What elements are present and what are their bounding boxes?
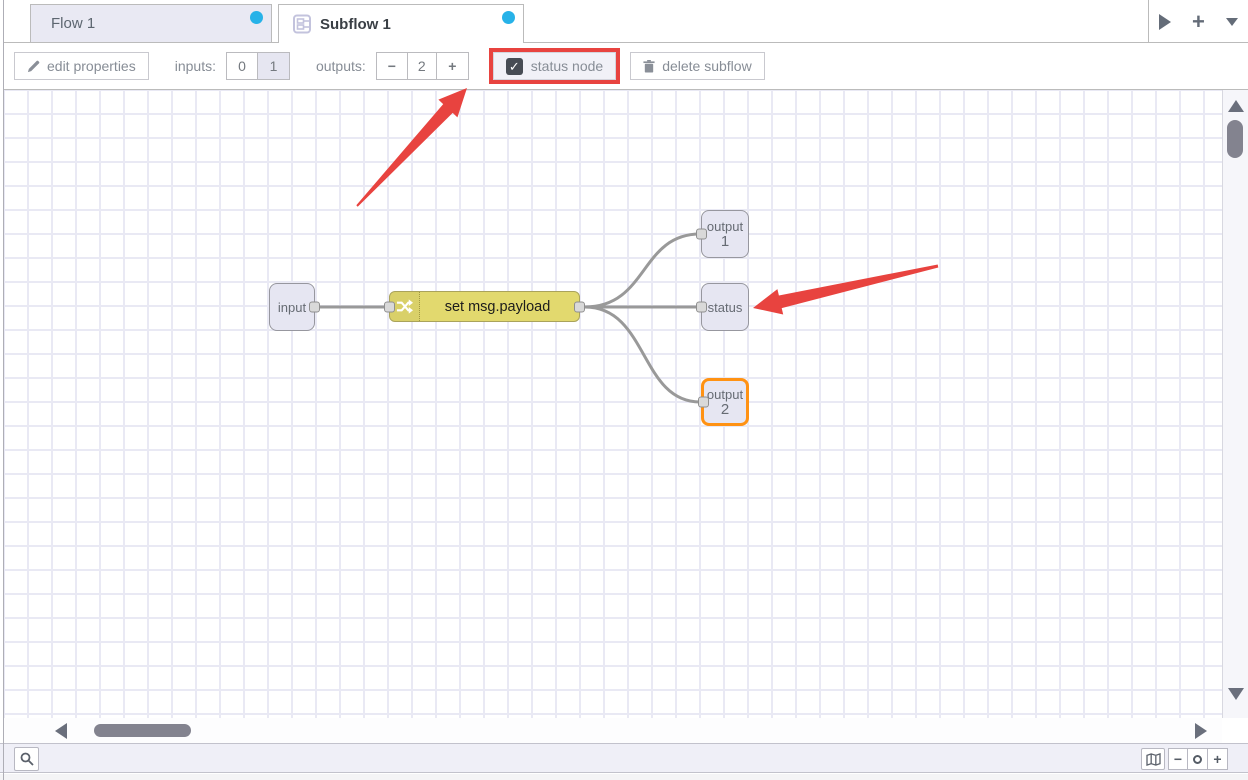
tabbar-actions: +	[1148, 0, 1248, 43]
node-change[interactable]: set msg.payload	[389, 291, 580, 322]
zoom-reset-button[interactable]	[1188, 748, 1208, 770]
shuffle-icon	[396, 298, 413, 315]
subflow-toolbar: edit properties inputs: 0 1 outputs: − 2…	[4, 43, 1248, 90]
scroll-left-arrow[interactable]	[55, 723, 67, 739]
outputs-stepper: − 2 +	[376, 52, 469, 80]
node-input-output-port[interactable]	[309, 302, 320, 313]
node-input-label: input	[278, 300, 306, 315]
add-flow-icon[interactable]: +	[1192, 11, 1205, 33]
inputs-label: inputs:	[175, 58, 216, 74]
flow1-unsaved-dot	[250, 11, 263, 24]
output1-label-line1: output	[707, 219, 743, 234]
change-input-port[interactable]	[384, 301, 395, 312]
inputs-option-1[interactable]: 1	[258, 52, 290, 80]
output1-label-line2: 1	[721, 234, 729, 249]
tab-subflow1-label: Subflow 1	[320, 16, 391, 33]
tab-flow1-label: Flow 1	[51, 15, 95, 32]
vertical-scroll-thumb[interactable]	[1227, 120, 1243, 158]
node-output-2-selected[interactable]: output 2	[701, 378, 749, 426]
tab-list-chevron-icon[interactable]	[1226, 18, 1238, 26]
status-node-canvas-label: status	[708, 300, 743, 315]
search-flows-button[interactable]	[14, 747, 39, 771]
change-output-port[interactable]	[574, 301, 585, 312]
inputs-toggle: 0 1	[226, 52, 290, 80]
pencil-icon	[27, 60, 40, 73]
horizontal-scrollbar[interactable]	[4, 718, 1222, 743]
scroll-right-arrow[interactable]	[1195, 723, 1207, 739]
horizontal-scroll-thumb[interactable]	[94, 724, 191, 737]
flow-canvas[interactable]	[4, 90, 1222, 718]
search-icon	[20, 752, 34, 766]
map-icon	[1146, 753, 1161, 766]
window-bottom-strip	[0, 774, 1248, 780]
node-subflow-input[interactable]: input	[269, 283, 315, 331]
outputs-label: outputs:	[316, 58, 366, 74]
outputs-value[interactable]: 2	[408, 52, 437, 80]
status-node-highlight-box: ✓ status node	[489, 48, 620, 84]
delete-subflow-label: delete subflow	[662, 58, 752, 74]
zoom-reset-icon	[1193, 755, 1202, 764]
output2-input-port[interactable]	[698, 397, 709, 408]
trash-icon	[643, 60, 655, 73]
next-tab-icon[interactable]	[1159, 14, 1171, 30]
output2-label-line2: 2	[721, 402, 729, 417]
zoom-out-button[interactable]: −	[1168, 748, 1188, 770]
node-status[interactable]: status	[701, 283, 749, 331]
edit-properties-label: edit properties	[47, 58, 136, 74]
edit-properties-button[interactable]: edit properties	[14, 52, 149, 80]
scroll-up-arrow[interactable]	[1228, 100, 1244, 112]
output2-label-line1: output	[707, 387, 743, 402]
node-output-1[interactable]: output 1	[701, 210, 749, 258]
status-node-label: status node	[531, 58, 603, 74]
palette-edge-divider	[3, 0, 4, 780]
tab-flow1[interactable]: Flow 1	[30, 4, 272, 42]
status-input-port[interactable]	[696, 302, 707, 313]
output1-input-port[interactable]	[696, 229, 707, 240]
scroll-down-arrow[interactable]	[1228, 688, 1244, 700]
change-node-label: set msg.payload	[420, 299, 579, 315]
subflow-icon	[291, 14, 312, 34]
subflow1-unsaved-dot	[502, 11, 515, 24]
zoom-in-button[interactable]: +	[1208, 748, 1228, 770]
vertical-scrollbar[interactable]	[1222, 90, 1248, 718]
outputs-increment-button[interactable]: +	[437, 52, 469, 80]
canvas-footer: − +	[0, 743, 1248, 773]
delete-subflow-button[interactable]: delete subflow	[630, 52, 765, 80]
navigator-button[interactable]	[1141, 748, 1165, 770]
node-red-editor: Flow 1 Subflow 1 + edit properties inp	[0, 0, 1248, 780]
checkbox-checked-icon[interactable]: ✓	[506, 58, 523, 75]
tab-subflow1[interactable]: Subflow 1	[278, 4, 524, 43]
workspace-tabbar: Flow 1 Subflow 1 +	[4, 0, 1248, 43]
status-node-toggle[interactable]: ✓ status node	[493, 52, 616, 80]
inputs-option-0[interactable]: 0	[226, 52, 258, 80]
zoom-controls: − +	[1168, 748, 1228, 770]
outputs-decrement-button[interactable]: −	[376, 52, 408, 80]
